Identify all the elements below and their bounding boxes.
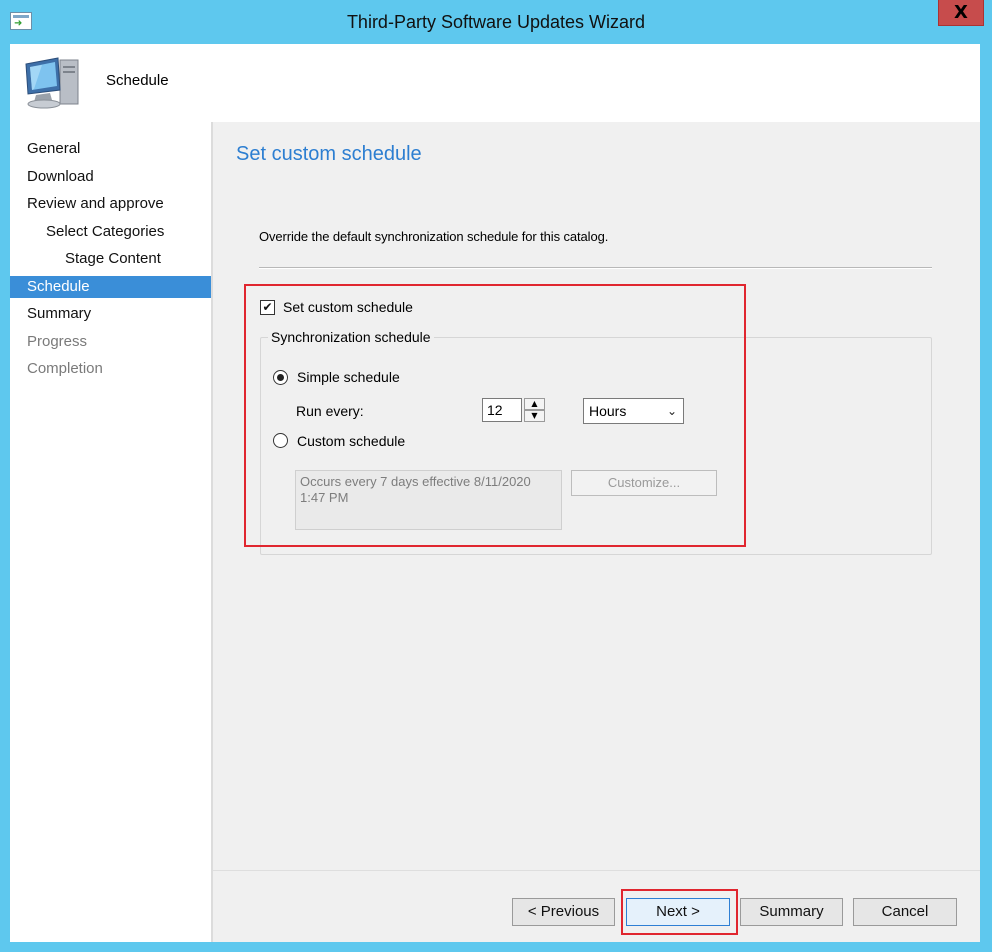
nav-item-review-and-approve[interactable]: Review and approve (10, 193, 228, 215)
highlight-box-next (621, 889, 738, 935)
close-button[interactable]: X (938, 0, 984, 26)
header-title: Schedule (106, 72, 169, 89)
highlight-box-schedule (244, 284, 746, 547)
wizard-nav: General Download Review and approve Sele… (10, 122, 228, 942)
nav-item-schedule[interactable]: Schedule (10, 276, 228, 298)
computer-icon (22, 54, 82, 112)
nav-item-general[interactable]: General (10, 138, 228, 160)
summary-button[interactable]: Summary (740, 898, 843, 926)
cancel-button[interactable]: Cancel (853, 898, 957, 926)
page-description: Override the default synchronization sch… (259, 229, 609, 244)
divider (259, 267, 932, 269)
wizard-header: Schedule (10, 44, 980, 122)
nav-item-download[interactable]: Download (10, 166, 228, 188)
nav-item-progress: Progress (27, 333, 88, 350)
page-title: Set custom schedule (236, 143, 422, 165)
previous-button[interactable]: < Previous (512, 898, 615, 926)
window-title: Third-Party Software Updates Wizard (346, 12, 646, 32)
nav-item-completion: Completion (27, 360, 103, 377)
nav-item-summary[interactable]: Summary (10, 303, 228, 325)
